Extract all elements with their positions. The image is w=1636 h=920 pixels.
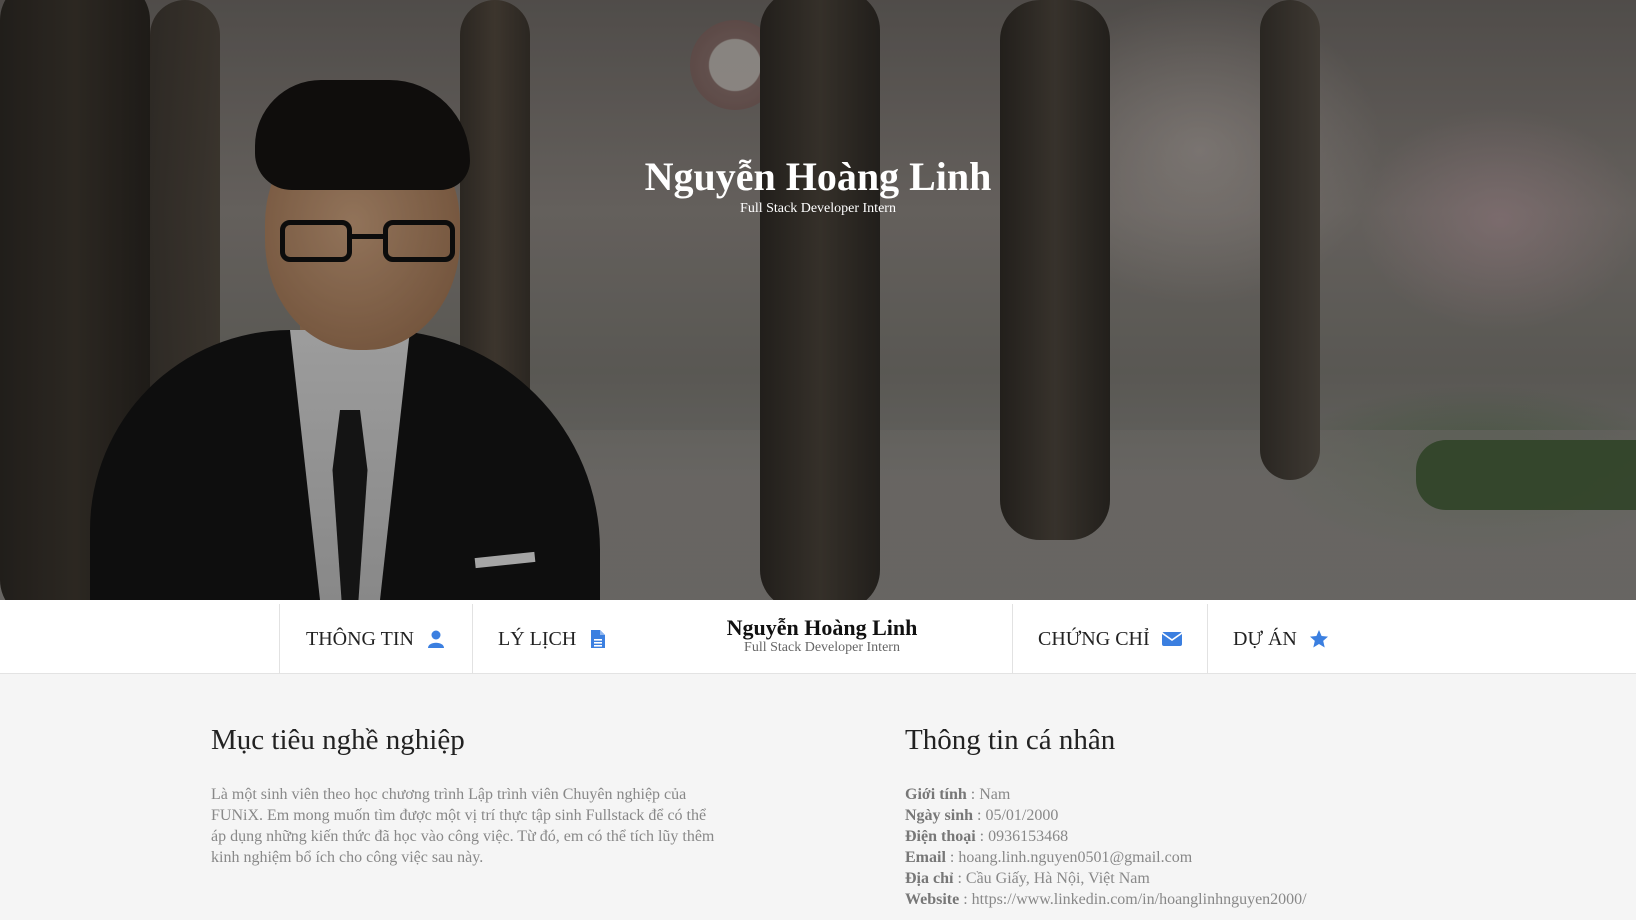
nav-item-chung-chi[interactable]: CHỨNG CHỈ xyxy=(1038,604,1183,674)
nav-item-du-an[interactable]: DỰ ÁN xyxy=(1233,604,1329,674)
info-label: Ngày sinh xyxy=(905,807,974,824)
info-label: Email xyxy=(905,849,946,866)
nav-brand-role: Full Stack Developer Intern xyxy=(744,640,900,656)
info-row-website: Website : https://www.linkedin.com/in/ho… xyxy=(905,891,1307,908)
info-label: Điện thoại xyxy=(905,828,976,845)
info-row-email: Email : hoang.linh.nguyen0501@gmail.com xyxy=(905,849,1193,866)
info-label: Giới tính xyxy=(905,786,967,803)
nav-item-label: CHỨNG CHỈ xyxy=(1038,627,1150,650)
nav-item-label: THÔNG TIN xyxy=(306,627,414,650)
user-icon xyxy=(426,629,446,649)
hero-banner: Nguyễn Hoàng Linh Full Stack Developer I… xyxy=(0,0,1636,600)
nav-item-label: DỰ ÁN xyxy=(1233,627,1297,650)
file-icon xyxy=(588,629,608,649)
info-value: Nam xyxy=(979,786,1011,803)
info-row-phone: Điện thoại : 0936153468 xyxy=(905,828,1069,845)
objective-heading: Mục tiêu nghề nghiệp xyxy=(211,724,465,756)
hero-role: Full Stack Developer Intern xyxy=(740,201,896,216)
nav-divider xyxy=(472,604,473,674)
nav-divider xyxy=(279,604,280,674)
info-label: Website xyxy=(905,891,960,908)
personal-info-list: Giới tính : Nam Ngày sinh : 05/01/2000 Đ… xyxy=(905,784,1505,910)
info-value: hoang.linh.nguyen0501@gmail.com xyxy=(958,849,1193,866)
info-row-address: Địa chỉ : Cầu Giấy, Hà Nội, Việt Nam xyxy=(905,870,1150,887)
objective-text: Là một sinh viên theo học chương trình L… xyxy=(211,786,715,866)
nav-item-label: LÝ LỊCH xyxy=(498,627,577,650)
info-value: 05/01/2000 xyxy=(985,807,1059,824)
info-row-birthday: Ngày sinh : 05/01/2000 xyxy=(905,807,1059,824)
info-label: Địa chỉ xyxy=(905,870,954,887)
nav-brand-name: Nguyễn Hoàng Linh xyxy=(726,615,918,640)
envelope-icon xyxy=(1161,629,1183,649)
nav-brand[interactable]: Nguyễn Hoàng Linh Full Stack Developer I… xyxy=(622,615,1022,656)
nav-item-thong-tin[interactable]: THÔNG TIN xyxy=(306,604,446,674)
info-row-gender: Giới tính : Nam xyxy=(905,786,1011,803)
info-value: Cầu Giấy, Hà Nội, Việt Nam xyxy=(965,870,1150,887)
hero-overlay xyxy=(0,0,1636,600)
personal-info-heading: Thông tin cá nhân xyxy=(905,724,1116,756)
nav-divider xyxy=(1207,604,1208,674)
info-value: 0936153468 xyxy=(988,828,1069,845)
nav-item-ly-lich[interactable]: LÝ LỊCH xyxy=(498,604,608,674)
website-link[interactable]: https://www.linkedin.com/in/hoanglinhngu… xyxy=(972,891,1307,908)
hero-heading: Nguyễn Hoàng Linh Full Stack Developer I… xyxy=(0,155,1636,217)
star-icon xyxy=(1309,629,1329,649)
hero-name: Nguyễn Hoàng Linh xyxy=(644,154,992,199)
